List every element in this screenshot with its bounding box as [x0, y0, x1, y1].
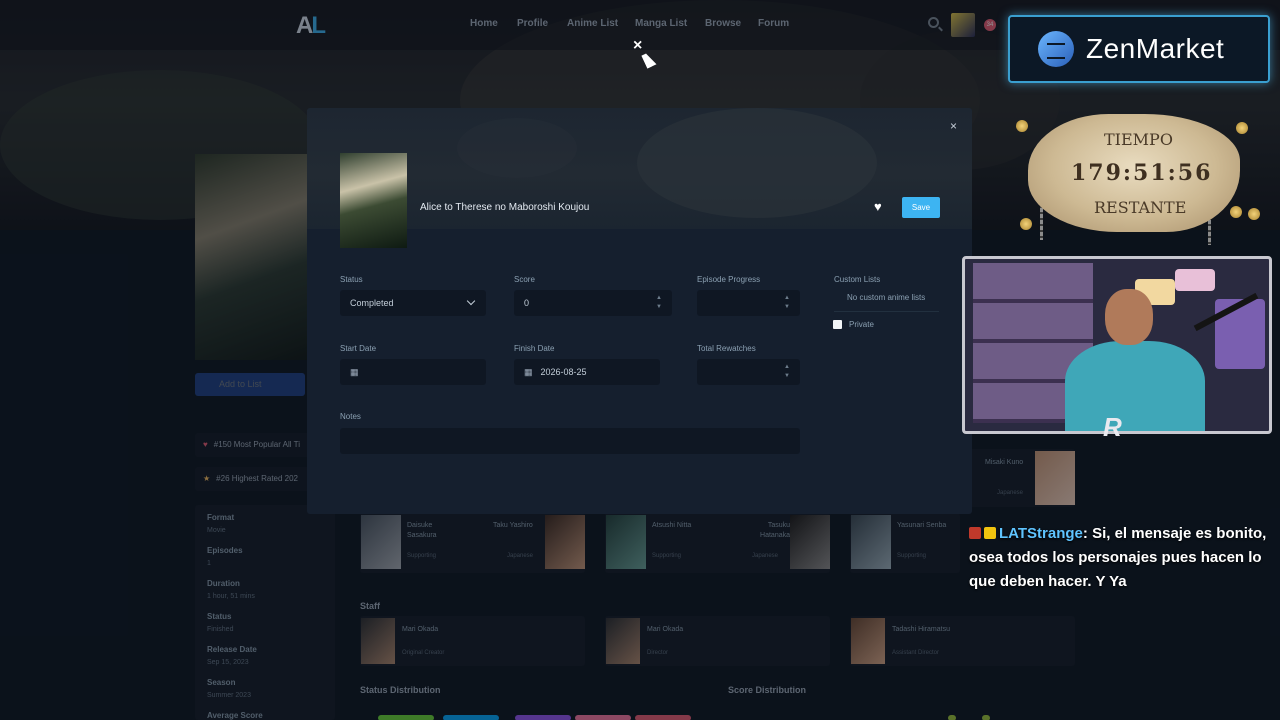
episode-progress-input[interactable]: ▲ ▼ [697, 290, 800, 316]
chevron-down-icon [466, 296, 476, 306]
stepper-arrows-icon[interactable]: ▲ ▼ [784, 363, 790, 381]
private-checkbox[interactable] [833, 320, 842, 329]
webcam-light [1175, 269, 1215, 291]
coin-decoration [1248, 208, 1260, 220]
heart-icon[interactable]: ♥ [874, 199, 882, 214]
start-date-label: Start Date [340, 344, 377, 353]
chat-message: LATStrange: Si, el mensaje es bonito, os… [969, 522, 1269, 594]
status-value: Completed [350, 298, 394, 308]
stepper-arrows-icon[interactable]: ▲ ▼ [784, 294, 790, 312]
custom-lists-empty: No custom anime lists [847, 293, 926, 302]
close-icon[interactable]: × [950, 119, 957, 133]
countdown-value: 179:51:56 [1071, 160, 1213, 186]
countdown-title: TIEMPO [1104, 130, 1173, 149]
header-art [637, 108, 877, 218]
status-label: Status [340, 275, 363, 284]
header-art [457, 118, 577, 178]
score-label: Score [514, 275, 535, 284]
webcam-frame [962, 256, 1272, 434]
webcam-person [1105, 289, 1153, 345]
modal-cover-image [340, 153, 407, 248]
stepper-arrows-icon[interactable]: ▲ ▼ [656, 294, 662, 312]
coin-decoration [1020, 218, 1032, 230]
finish-date-input[interactable]: ▦ 2026-08-25 [514, 359, 660, 385]
coin-decoration [1230, 206, 1242, 218]
score-value: 0 [524, 298, 530, 308]
zenmarket-sponsor-banner: ZenMarket [1008, 15, 1270, 83]
coin-decoration [1016, 120, 1028, 132]
close-icon[interactable]: × [633, 37, 642, 55]
coin-decoration [1236, 122, 1248, 134]
episode-progress-label: Episode Progress [697, 275, 761, 284]
finish-date-value: 2026-08-25 [540, 367, 587, 377]
streamer-logo: R [1103, 412, 1122, 442]
notes-label: Notes [340, 412, 361, 421]
list-editor-modal: × Alice to Therese no Maboroshi Koujou ♥… [307, 108, 972, 514]
countdown-subtitle: RESTANTE [1094, 198, 1187, 217]
zenmarket-brand: ZenMarket [1086, 33, 1225, 64]
total-rewatches-input[interactable]: ▲ ▼ [697, 359, 800, 385]
zenmarket-logo-icon [1038, 31, 1074, 67]
score-input[interactable]: 0 ▲ ▼ [514, 290, 672, 316]
finish-date-label: Finish Date [514, 344, 555, 353]
total-rewatches-label: Total Rewatches [697, 344, 756, 353]
calendar-icon: ▦ [350, 367, 359, 377]
modal-title: Alice to Therese no Maboroshi Koujou [420, 202, 590, 213]
webcam-person [1065, 341, 1205, 431]
divider [834, 311, 939, 312]
calendar-icon: ▦ [524, 367, 533, 377]
private-label: Private [849, 320, 874, 329]
custom-lists-label: Custom Lists [834, 275, 881, 284]
save-button[interactable]: Save [902, 197, 940, 218]
crown-icon [984, 527, 996, 539]
notes-textarea[interactable] [340, 428, 800, 454]
status-select[interactable]: Completed [340, 290, 486, 316]
badge-icon [969, 527, 981, 539]
chat-username: LATStrange [999, 525, 1083, 542]
start-date-input[interactable]: ▦ [340, 359, 486, 385]
